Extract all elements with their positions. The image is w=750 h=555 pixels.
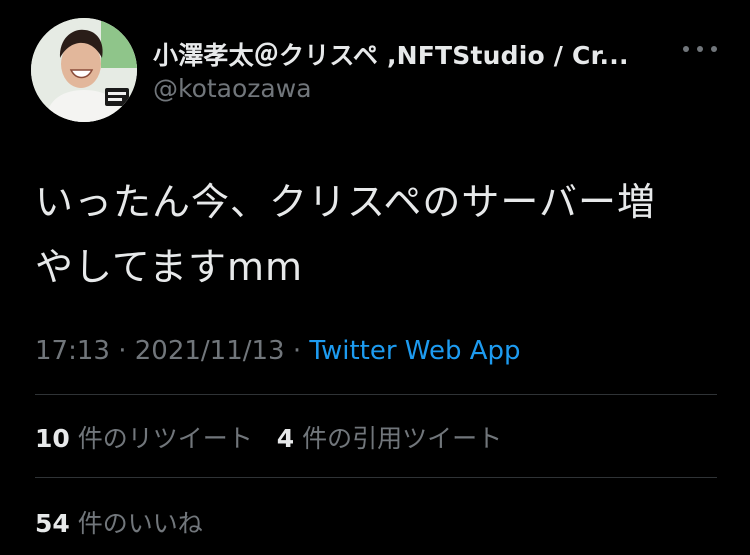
likes-stat[interactable]: 54 件のいいね	[35, 509, 203, 538]
more-options-button[interactable]	[683, 38, 717, 60]
tweet-source-link[interactable]: Twitter Web App	[309, 336, 520, 366]
stats-row-likes: 54 件のいいね	[35, 504, 203, 540]
divider	[35, 477, 717, 478]
meta-separator: ·	[292, 336, 302, 366]
stats-row-shares: 10 件のリツイート 4 件の引用ツイート	[35, 419, 502, 455]
quotes-stat[interactable]: 4 件の引用ツイート	[277, 424, 502, 453]
avatar[interactable]	[31, 18, 137, 122]
likes-count: 54	[35, 509, 70, 538]
tweet-time[interactable]: 17:13	[35, 336, 110, 366]
avatar-photo	[31, 18, 137, 122]
retweets-label: 件のリツイート	[77, 424, 253, 453]
more-horizontal-icon	[683, 46, 689, 52]
tweet-date[interactable]: 2021/11/13	[135, 336, 285, 366]
tweet-text-line: やしてますmm	[35, 245, 303, 289]
quotes-label: 件の引用ツイート	[302, 424, 503, 453]
tweet-text: いったん今、クリスペのサーバー増 やしてますmm	[35, 170, 715, 300]
more-horizontal-icon	[697, 46, 703, 52]
tweet-text-line: いったん今、クリスペのサーバー増	[35, 180, 656, 224]
likes-label: 件のいいね	[77, 509, 203, 538]
tweet-meta: 17:13 · 2021/11/13 · Twitter Web App	[35, 336, 521, 366]
more-horizontal-icon	[711, 46, 717, 52]
author-display-name[interactable]: 小澤孝太＠クリスペ ,NFTStudio / Cr...	[153, 36, 629, 72]
divider	[35, 394, 717, 395]
meta-separator: ·	[118, 336, 127, 366]
retweets-count: 10	[35, 424, 70, 453]
author-handle[interactable]: @kotaozawa	[153, 74, 312, 103]
quotes-count: 4	[276, 424, 295, 453]
retweets-stat[interactable]: 10 件のリツイート	[35, 424, 253, 453]
